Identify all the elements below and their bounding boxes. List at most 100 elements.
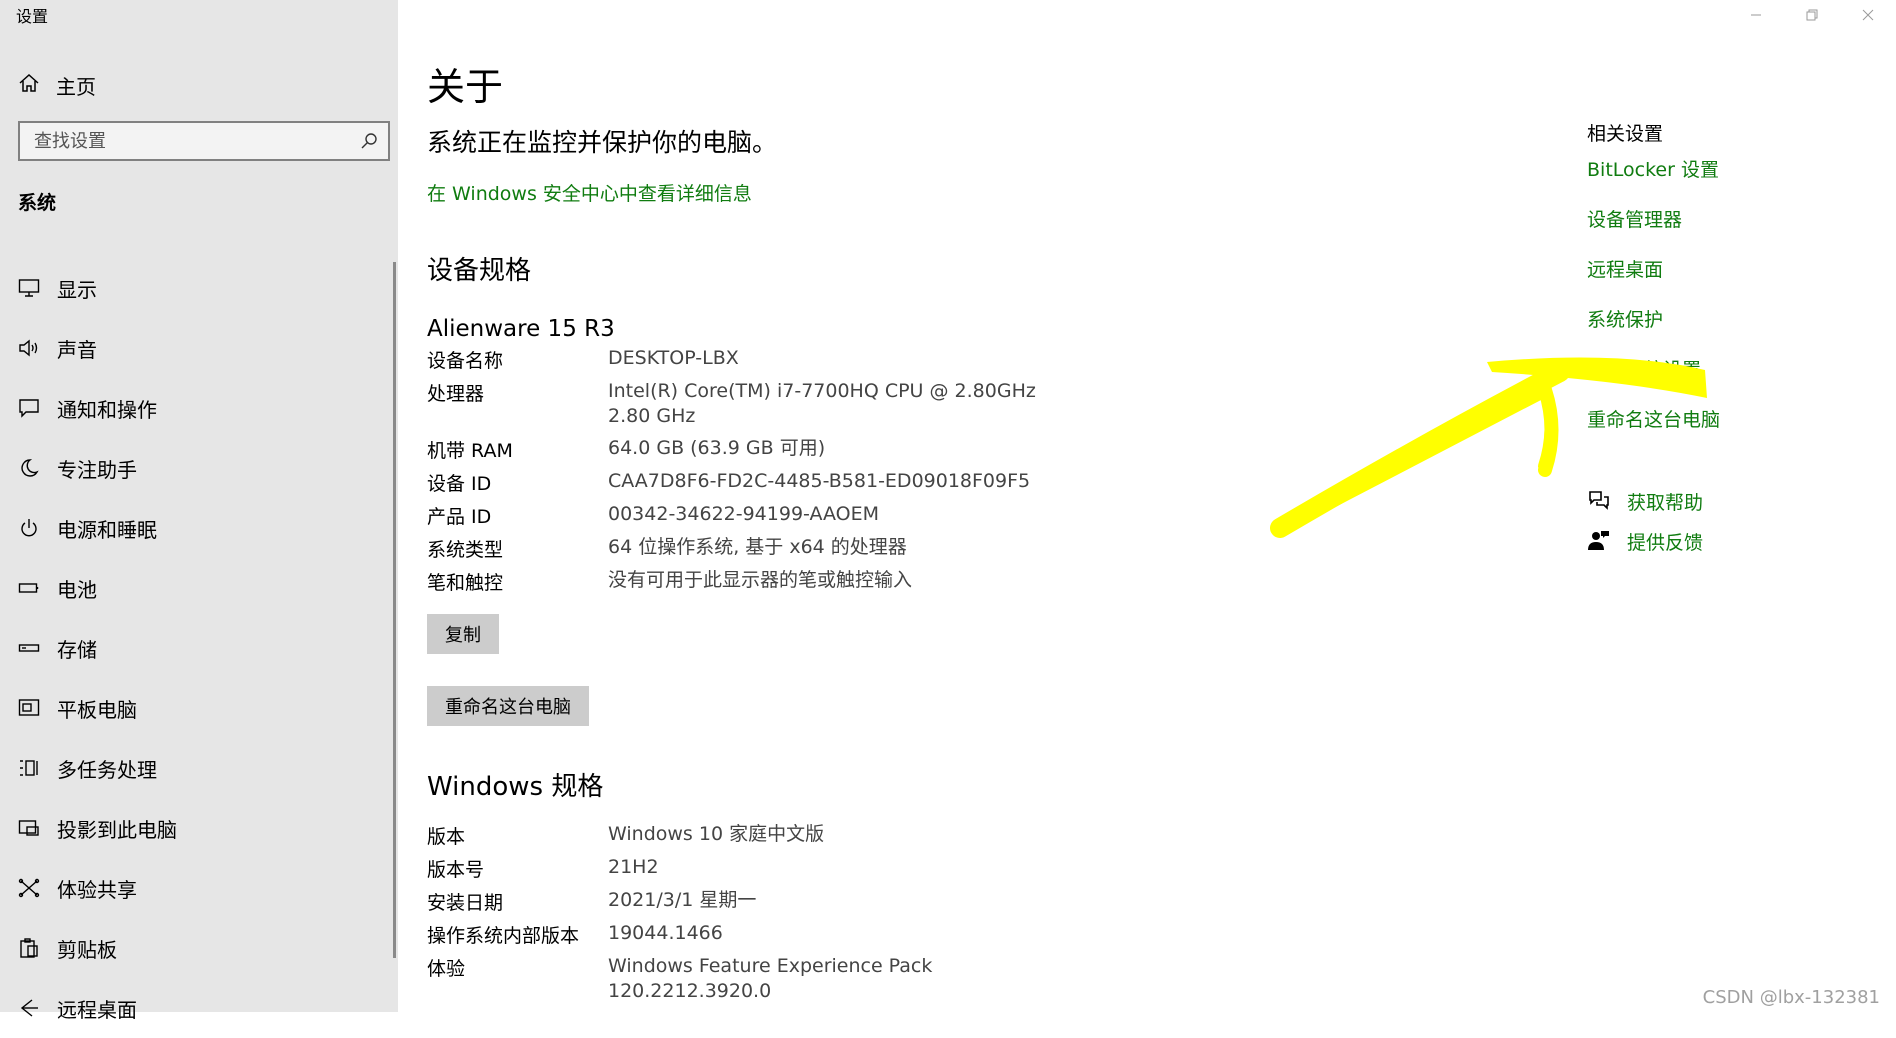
sidebar-item-label: 剪贴板	[57, 937, 117, 962]
spec-key: 机带 RAM	[427, 440, 513, 462]
sidebar-item-power-sleep[interactable]: 电源和睡眠	[0, 498, 392, 558]
get-help-label: 获取帮助	[1627, 492, 1704, 514]
battery-icon	[16, 575, 42, 601]
sidebar-item-battery[interactable]: 电池	[0, 558, 392, 618]
sidebar-item-label: 电源和睡眠	[57, 517, 157, 542]
windows-specs-heading: Windows 规格	[427, 772, 604, 802]
bitlocker-settings-link[interactable]: BitLocker 设置	[1587, 155, 1719, 182]
sidebar-item-shared-experiences[interactable]: 体验共享	[0, 858, 392, 918]
search-input[interactable]	[20, 129, 356, 153]
spec-value: Windows 10 家庭中文版	[608, 823, 825, 845]
rename-pc-button[interactable]: 重命名这台电脑	[427, 686, 589, 726]
sidebar-item-tablet[interactable]: 平板电脑	[0, 678, 392, 738]
spec-key: 处理器	[427, 383, 485, 405]
app-title: 设置	[16, 7, 49, 26]
sidebar-item-clipboard[interactable]: 剪贴板	[0, 918, 392, 978]
spec-value: 00342-34622-94199-AAOEM	[608, 503, 880, 525]
notification-icon	[16, 395, 42, 421]
display-icon	[16, 275, 42, 301]
share-icon	[16, 875, 42, 901]
give-feedback-label: 提供反馈	[1627, 532, 1704, 554]
multitask-icon	[16, 755, 42, 781]
spec-value: Windows Feature Experience Pack	[608, 955, 933, 977]
spec-key: 体验	[427, 958, 466, 980]
sidebar-item-label: 电池	[57, 577, 97, 602]
give-feedback-link[interactable]: 提供反馈	[1587, 528, 1703, 555]
security-center-link[interactable]: 在 Windows 安全中心中查看详细信息	[427, 179, 752, 206]
clipboard-icon	[16, 935, 42, 961]
spec-value: 19044.1466	[608, 922, 723, 944]
spec-key: 版本号	[427, 859, 485, 881]
spec-value: 64.0 GB (63.9 GB 可用)	[608, 437, 826, 459]
home-label: 主页	[56, 74, 96, 99]
power-icon	[16, 515, 42, 541]
sidebar-item-sound[interactable]: 声音	[0, 318, 392, 378]
section-title: 系统	[18, 192, 57, 214]
sidebar-item-multitasking[interactable]: 多任务处理	[0, 738, 392, 798]
search-box[interactable]	[18, 121, 390, 161]
spec-key: 操作系统内部版本	[427, 925, 580, 947]
spec-key: 产品 ID	[427, 506, 492, 528]
sidebar-item-remote-desktop[interactable]: 远程桌面	[0, 978, 392, 1038]
spec-key: 设备 ID	[427, 473, 492, 495]
sidebar-item-storage[interactable]: 存储	[0, 618, 392, 678]
minimize-icon[interactable]	[1728, 0, 1784, 30]
window-controls	[1728, 0, 1896, 30]
protection-status-text: 系统正在监控并保护你的电脑。	[427, 128, 778, 157]
search-icon[interactable]	[360, 132, 378, 154]
sidebar-item-label: 投影到此电脑	[57, 817, 177, 842]
spec-value: CAA7D8F6-FD2C-4485-B581-ED09018F09F5	[608, 470, 1031, 492]
home-nav-item[interactable]: 主页	[18, 70, 96, 100]
spec-value-line2: 2.80 GHz	[608, 405, 696, 427]
get-help-link[interactable]: 获取帮助	[1587, 488, 1703, 515]
sidebar-scrollbar[interactable]	[393, 262, 396, 958]
spec-value: Intel(R) Core(TM) i7-7700HQ CPU @ 2.80GH…	[608, 380, 1036, 402]
sidebar-item-project[interactable]: 投影到此电脑	[0, 798, 392, 858]
spec-key: 笔和触控	[427, 572, 504, 594]
remote-desktop-icon	[16, 995, 42, 1021]
sidebar-item-label: 显示	[57, 277, 97, 302]
spec-value: 2021/3/1 星期一	[608, 889, 757, 911]
close-icon[interactable]	[1840, 0, 1896, 30]
system-protection-link[interactable]: 系统保护	[1587, 305, 1663, 332]
project-icon	[16, 815, 42, 841]
sidebar-item-label: 存储	[57, 637, 97, 662]
spec-value-line2: 120.2212.3920.0	[608, 980, 772, 1002]
sidebar-item-label: 远程桌面	[57, 997, 137, 1022]
sidebar-item-label: 专注助手	[57, 457, 137, 482]
sidebar-item-notifications[interactable]: 通知和操作	[0, 378, 392, 438]
sidebar-item-label: 平板电脑	[57, 697, 137, 722]
page-title: 关于	[427, 65, 504, 109]
rename-this-pc-link[interactable]: 重命名这台电脑	[1587, 405, 1720, 432]
related-settings-title: 相关设置	[1587, 123, 1664, 145]
sidebar-item-label: 声音	[57, 337, 97, 362]
spec-value: 64 位操作系统, 基于 x64 的处理器	[608, 536, 907, 558]
feedback-icon	[1587, 529, 1611, 555]
copy-button[interactable]: 复制	[427, 614, 499, 654]
remote-desktop-link[interactable]: 远程桌面	[1587, 255, 1663, 282]
sidebar-item-label: 体验共享	[57, 877, 137, 902]
sidebar-item-display[interactable]: 显示	[0, 258, 392, 318]
sidebar: 设置 主页 系统 显示 声音 通知和操作 专注助手	[0, 0, 398, 1022]
watermark: CSDN @lbx-132381	[1702, 987, 1880, 1008]
home-icon	[18, 72, 40, 98]
sidebar-item-label: 通知和操作	[57, 397, 157, 422]
help-chat-icon	[1587, 489, 1611, 515]
device-specs-heading: 设备规格	[427, 256, 532, 286]
moon-icon	[16, 455, 42, 481]
spec-key: 安装日期	[427, 892, 504, 914]
device-model: Alienware 15 R3	[427, 316, 615, 342]
sidebar-item-label: 多任务处理	[57, 757, 157, 782]
device-manager-link[interactable]: 设备管理器	[1587, 205, 1682, 232]
tablet-icon	[16, 695, 42, 721]
spec-key: 版本	[427, 826, 466, 848]
spec-value: DESKTOP-LBX	[608, 347, 739, 369]
spec-key: 系统类型	[427, 539, 504, 561]
speaker-icon	[16, 335, 42, 361]
spec-value: 没有可用于此显示器的笔或触控输入	[608, 569, 913, 591]
sidebar-item-focus-assist[interactable]: 专注助手	[0, 438, 392, 498]
advanced-system-settings-link[interactable]: 高级系统设置	[1587, 355, 1701, 382]
spec-value: 21H2	[608, 856, 659, 878]
system-nav: 显示 声音 通知和操作 专注助手 电源和睡眠 电池 存储 平板电脑 多任务处理 …	[0, 258, 392, 1038]
restore-icon[interactable]	[1784, 0, 1840, 30]
